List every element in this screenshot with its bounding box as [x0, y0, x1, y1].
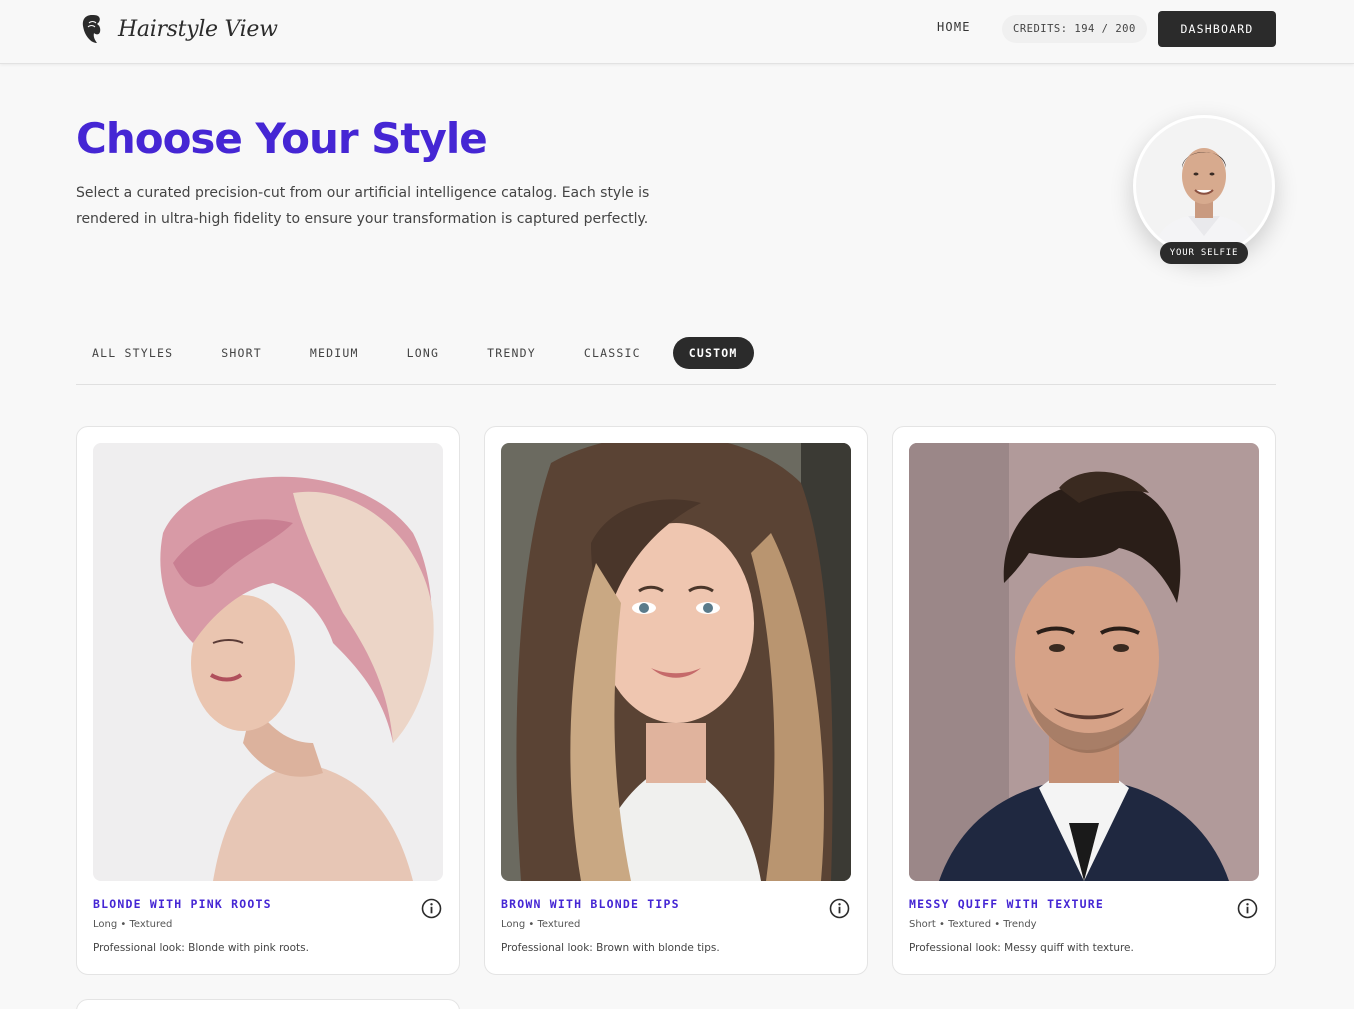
- style-name: BROWN WITH BLONDE TIPS: [501, 897, 680, 911]
- page-title: Choose Your Style: [76, 114, 488, 163]
- tabs-divider: [76, 384, 1276, 385]
- credits-badge: CREDITS: 194 / 200: [1002, 15, 1147, 43]
- info-icon[interactable]: [1237, 898, 1258, 919]
- tab-custom[interactable]: CUSTOM: [672, 337, 754, 369]
- selfie-image: [1136, 118, 1272, 254]
- style-tags: Long • Textured: [93, 919, 173, 930]
- style-card[interactable]: BLONDE WITH PINK ROOTS Long • Textured P…: [76, 426, 460, 975]
- style-tags: Short • Textured • Trendy: [909, 919, 1037, 930]
- brand-name: Hairstyle View: [118, 16, 278, 42]
- style-card-partial[interactable]: [76, 999, 460, 1009]
- category-tabs: ALL STYLES SHORT MEDIUM LONG TRENDY CLAS…: [76, 337, 770, 369]
- brand-logo[interactable]: Hairstyle View: [80, 12, 278, 46]
- style-name: BLONDE WITH PINK ROOTS: [93, 897, 272, 911]
- nav-home-link[interactable]: HOME: [937, 20, 971, 34]
- style-image: [909, 443, 1259, 881]
- style-card[interactable]: BROWN WITH BLONDE TIPS Long • Textured P…: [484, 426, 868, 975]
- style-tags: Long • Textured: [501, 919, 581, 930]
- tab-all-styles[interactable]: ALL STYLES: [76, 337, 189, 369]
- tab-medium[interactable]: MEDIUM: [294, 337, 375, 369]
- style-image: [501, 443, 851, 881]
- style-card[interactable]: MESSY QUIFF WITH TEXTURE Short • Texture…: [892, 426, 1276, 975]
- style-description: Professional look: Blonde with pink root…: [93, 942, 309, 954]
- page-subtitle: Select a curated precision-cut from our …: [76, 185, 650, 227]
- style-image: [93, 443, 443, 881]
- hair-silhouette-icon: [82, 15, 101, 43]
- style-description: Professional look: Brown with blonde tip…: [501, 942, 720, 954]
- info-icon[interactable]: [829, 898, 850, 919]
- tab-short[interactable]: SHORT: [205, 337, 278, 369]
- selfie-label: YOUR SELFIE: [1160, 242, 1248, 264]
- info-icon[interactable]: [421, 898, 442, 919]
- tab-trendy[interactable]: TRENDY: [471, 337, 552, 369]
- top-navbar: Hairstyle View HOME CREDITS: 194 / 200 D…: [0, 0, 1354, 64]
- style-name: MESSY QUIFF WITH TEXTURE: [909, 897, 1104, 911]
- style-description: Professional look: Messy quiff with text…: [909, 942, 1134, 954]
- tab-classic[interactable]: CLASSIC: [568, 337, 657, 369]
- tab-long[interactable]: LONG: [391, 337, 456, 369]
- dashboard-button[interactable]: DASHBOARD: [1158, 11, 1276, 47]
- selfie-avatar[interactable]: [1133, 115, 1275, 257]
